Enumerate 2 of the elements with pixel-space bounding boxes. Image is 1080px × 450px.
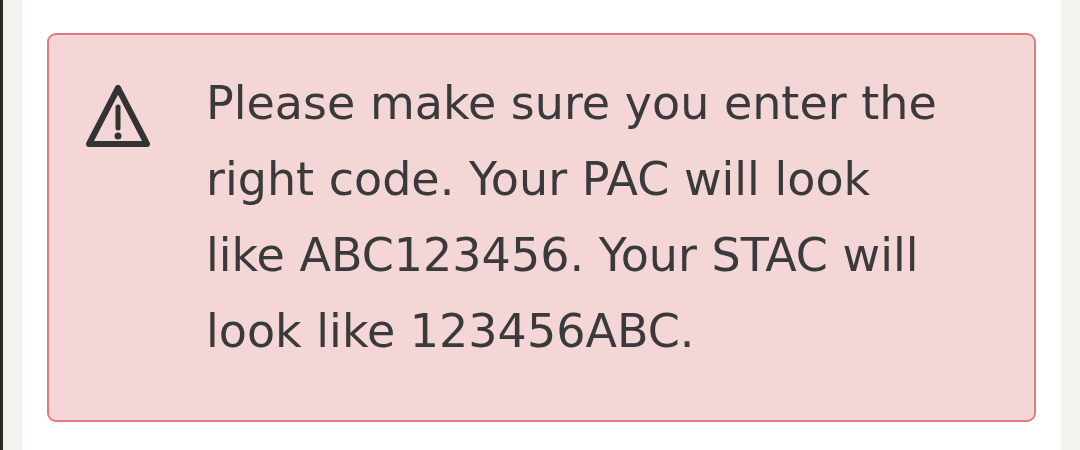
alert-message: Please make sure you enter the right code. Your PAC will look like ABC123456. Your STAC will look like 123456ABC. [206, 75, 938, 360]
warning-icon [85, 83, 151, 149]
